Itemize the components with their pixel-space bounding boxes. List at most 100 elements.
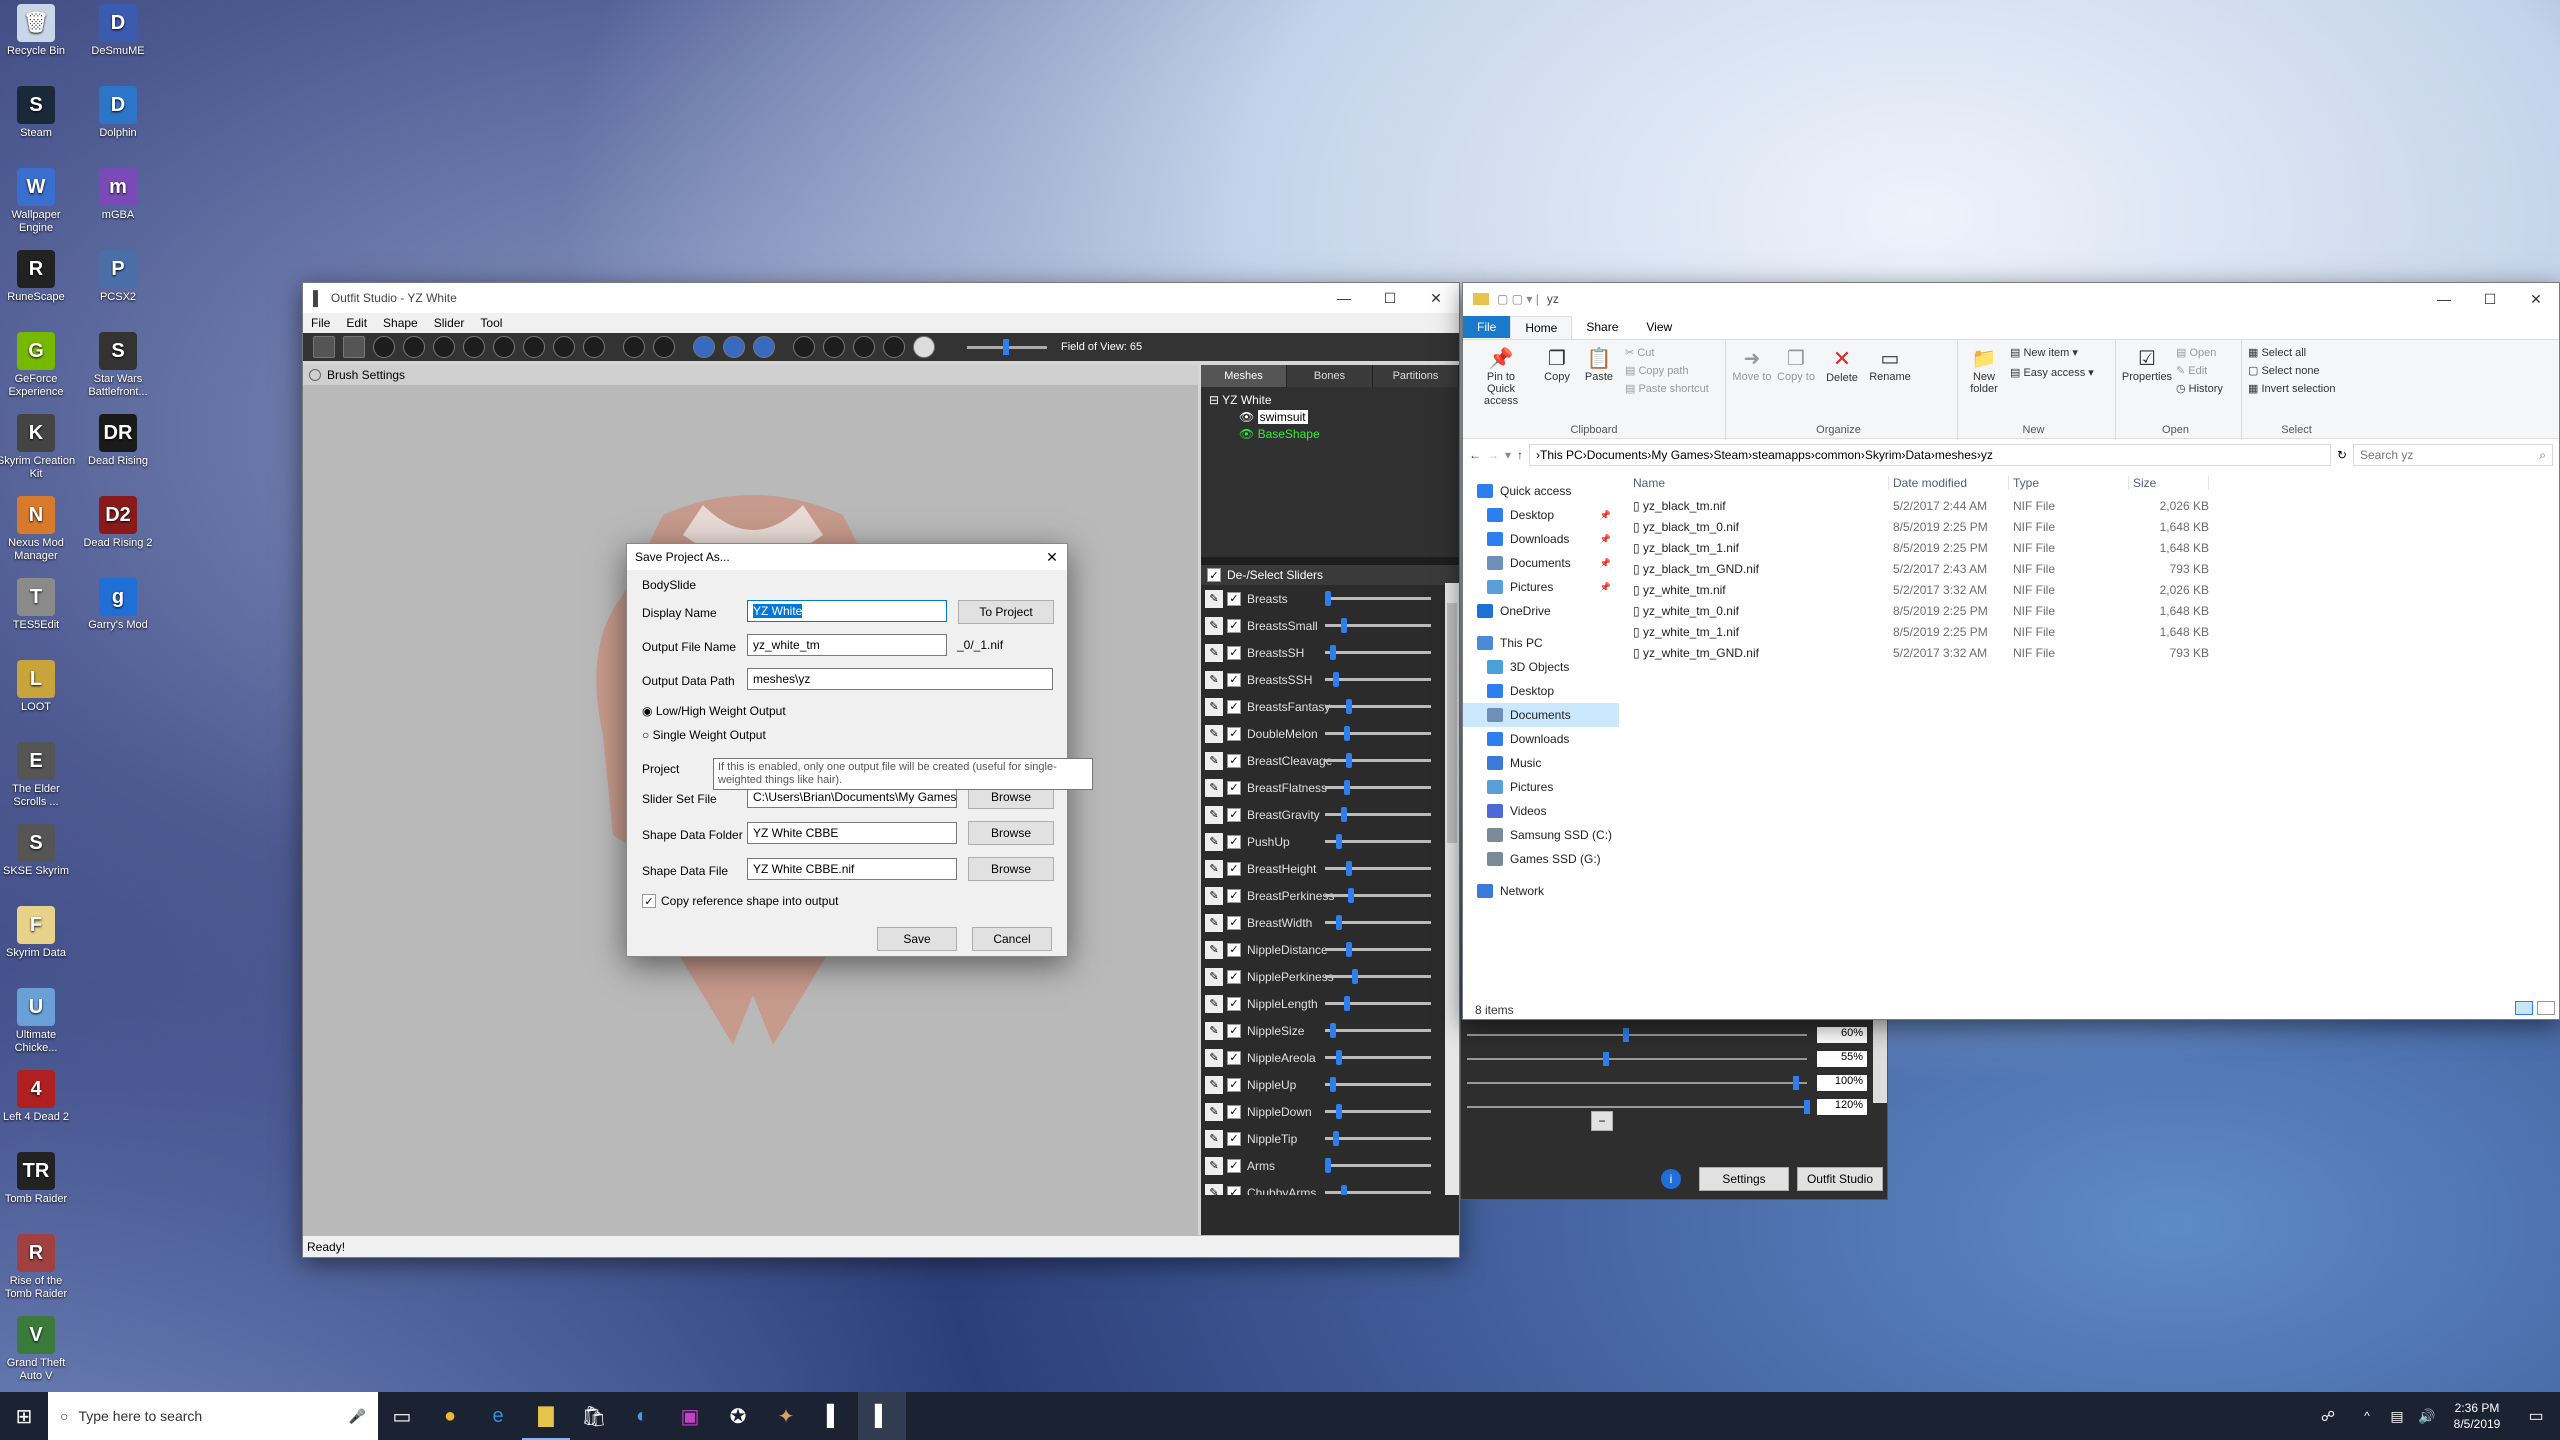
desktop-icon[interactable]: DR Dead Rising bbox=[78, 414, 158, 468]
slider-checkbox[interactable]: ✓ bbox=[1227, 699, 1241, 714]
edit-slider-icon[interactable]: ✎ bbox=[1205, 1129, 1223, 1148]
ribbon-tab-home[interactable]: Home bbox=[1510, 315, 1573, 339]
slider-thumb[interactable] bbox=[1333, 1131, 1340, 1146]
select-none-button[interactable]: ▢ Select none bbox=[2248, 364, 2320, 377]
back-icon[interactable]: ← bbox=[1469, 448, 1481, 462]
outfit-studio-button[interactable]: Outfit Studio bbox=[1797, 1167, 1883, 1191]
ribbon-tab-view[interactable]: View bbox=[1632, 316, 1686, 338]
slider-track[interactable] bbox=[1325, 942, 1431, 957]
refresh-icon[interactable]: ↻ bbox=[2337, 448, 2347, 462]
paste-button[interactable]: 📋 Paste bbox=[1579, 346, 1619, 383]
edit-slider-icon[interactable]: ✎ bbox=[1205, 967, 1223, 986]
copy-to-button[interactable]: ❐ Copy to bbox=[1776, 346, 1816, 383]
slider-checkbox[interactable]: ✓ bbox=[1227, 807, 1241, 822]
slider-thumb[interactable] bbox=[1333, 672, 1340, 687]
store-icon[interactable]: 🛍 bbox=[570, 1392, 618, 1440]
x-mirror-icon[interactable] bbox=[693, 336, 715, 358]
desktop-icon[interactable]: R Rise of the Tomb Raider bbox=[0, 1234, 76, 1301]
task-view-icon[interactable]: ▭ bbox=[378, 1392, 426, 1440]
move-to-button[interactable]: ➜ Move to bbox=[1732, 346, 1772, 383]
edit-slider-icon[interactable]: ✎ bbox=[1205, 832, 1223, 851]
clock[interactable]: 2:36 PM 8/5/2019 bbox=[2442, 1400, 2512, 1432]
slider-track[interactable] bbox=[1325, 753, 1431, 768]
paste-shortcut-button[interactable]: ▤ Paste shortcut bbox=[1625, 382, 1709, 395]
slider-track[interactable] bbox=[1325, 834, 1431, 849]
slider-checkbox[interactable]: ✓ bbox=[1227, 591, 1241, 606]
file-row[interactable]: ▯ yz_black_tm_GND.nif 5/2/2017 2:43 AM NIF… bbox=[1629, 558, 2559, 579]
desktop-icon[interactable]: S Star Wars Battlefront... bbox=[78, 332, 158, 399]
eye-icon[interactable]: 👁 bbox=[1239, 427, 1254, 441]
quick-access-toolbar[interactable]: ▢ ▢ ▾ | bbox=[1497, 292, 1539, 306]
edit-slider-icon[interactable]: ✎ bbox=[1205, 1048, 1223, 1067]
perspective-icon[interactable] bbox=[913, 336, 935, 358]
nav-item[interactable]: Music bbox=[1463, 751, 1619, 775]
tab-bones[interactable]: Bones bbox=[1287, 365, 1373, 387]
slider-thumb[interactable] bbox=[1344, 996, 1351, 1011]
app-icon-1[interactable]: ▣ bbox=[666, 1392, 714, 1440]
edit-slider-icon[interactable]: ✎ bbox=[1205, 697, 1223, 716]
taskbar-search[interactable]: ○ Type here to search 🎤 bbox=[48, 1392, 378, 1440]
slider-checkbox[interactable]: ✓ bbox=[1227, 1185, 1241, 1195]
desktop-icon[interactable]: g Garry's Mod bbox=[78, 578, 158, 632]
copy-reference-checkbox[interactable]: ✓ Copy reference shape into output bbox=[642, 894, 838, 908]
desktop-icon[interactable]: P PCSX2 bbox=[78, 250, 158, 304]
slider-thumb[interactable] bbox=[1335, 834, 1342, 849]
network-icon[interactable]: ▤ bbox=[2382, 1392, 2412, 1440]
slider-checkbox[interactable]: ✓ bbox=[1227, 780, 1241, 795]
nav-item[interactable]: Pictures bbox=[1463, 775, 1619, 799]
select-all-checkbox[interactable]: ✓ bbox=[1207, 568, 1221, 582]
desktop-icon[interactable]: F Skyrim Data bbox=[0, 906, 76, 960]
outfit-studio-taskbar-icon[interactable]: ▌ bbox=[858, 1392, 906, 1440]
cut-button[interactable]: ✂ Cut bbox=[1625, 346, 1654, 359]
percent-value[interactable]: 120% bbox=[1817, 1099, 1867, 1115]
menu-item[interactable]: File bbox=[303, 316, 338, 330]
desktop-icon[interactable]: V Grand Theft Auto V bbox=[0, 1316, 76, 1383]
slider-scrollbar[interactable] bbox=[1445, 583, 1459, 1195]
file-row[interactable]: ▯ yz_white_tm_GND.nif 5/2/2017 3:32 AM NIF… bbox=[1629, 642, 2559, 663]
dialog-close-button[interactable]: ✕ bbox=[1037, 549, 1067, 566]
nav-item[interactable]: Network bbox=[1463, 879, 1619, 903]
slider-thumb[interactable] bbox=[1330, 645, 1337, 660]
slider-track[interactable] bbox=[1325, 1104, 1431, 1119]
slider-track[interactable] bbox=[1325, 969, 1431, 984]
tray-chevron-icon[interactable]: ^ bbox=[2352, 1392, 2382, 1440]
slider-checkbox[interactable]: ✓ bbox=[1227, 888, 1241, 903]
app-icon-2[interactable]: ✪ bbox=[714, 1392, 762, 1440]
minimize-button[interactable]: — bbox=[1321, 283, 1367, 313]
edit-slider-icon[interactable]: ✎ bbox=[1205, 859, 1223, 878]
desktop-icon[interactable]: 4 Left 4 Dead 2 bbox=[0, 1070, 76, 1124]
global-icon[interactable] bbox=[753, 336, 775, 358]
search-input[interactable]: Search yz ⌕ bbox=[2353, 444, 2553, 466]
slider-track[interactable] bbox=[1325, 645, 1431, 660]
volume-icon[interactable]: 🔊 bbox=[2412, 1392, 2442, 1440]
slider-checkbox[interactable]: ✓ bbox=[1227, 861, 1241, 876]
slider-checkbox[interactable]: ✓ bbox=[1227, 915, 1241, 930]
ribbon-tab-share[interactable]: Share bbox=[1572, 316, 1632, 338]
edit-slider-icon[interactable]: ✎ bbox=[1205, 994, 1223, 1013]
breadcrumb-item[interactable]: yz bbox=[1981, 448, 1993, 462]
bodyslide-track[interactable] bbox=[1467, 1076, 1807, 1090]
breadcrumb[interactable]: › This PC › Documents › My Games › Steam… bbox=[1529, 444, 2331, 466]
view-front-icon[interactable] bbox=[793, 336, 815, 358]
browse-shape-folder-button[interactable]: Browse bbox=[968, 821, 1054, 845]
history-button[interactable]: ◷ History bbox=[2176, 382, 2223, 395]
rename-button[interactable]: ▭ Rename bbox=[1866, 346, 1914, 383]
slider-thumb[interactable] bbox=[1346, 861, 1353, 876]
edge-icon[interactable]: e bbox=[474, 1392, 522, 1440]
slider-track[interactable] bbox=[1325, 996, 1431, 1011]
menu-item[interactable]: Slider bbox=[426, 316, 473, 330]
desktop-icon[interactable]: 🗑 Recycle Bin bbox=[0, 4, 76, 58]
slider-track[interactable] bbox=[1325, 807, 1431, 822]
slider-checkbox[interactable]: ✓ bbox=[1227, 942, 1241, 957]
slider-track[interactable] bbox=[1325, 915, 1431, 930]
edit-slider-icon[interactable]: ✎ bbox=[1205, 670, 1223, 689]
bodyslide-thumb[interactable] bbox=[1803, 1100, 1810, 1114]
recent-icon[interactable]: ▾ bbox=[1505, 448, 1511, 462]
breadcrumb-item[interactable]: Data bbox=[1906, 448, 1931, 462]
nav-item[interactable]: Desktop 📌 bbox=[1463, 503, 1619, 527]
slider-thumb[interactable] bbox=[1325, 1158, 1331, 1173]
new-item-button[interactable]: ▤ New item ▾ bbox=[2010, 346, 2078, 359]
slider-thumb[interactable] bbox=[1335, 1104, 1342, 1119]
desktop-icon[interactable]: S Steam bbox=[0, 86, 76, 140]
edit-slider-icon[interactable]: ✎ bbox=[1205, 1075, 1223, 1094]
